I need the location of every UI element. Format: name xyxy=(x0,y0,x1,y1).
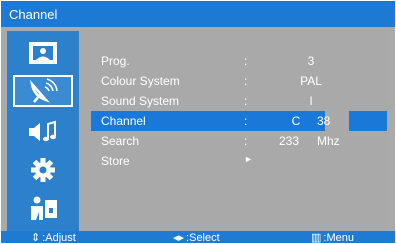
colour-system-label: Colour System xyxy=(101,74,180,88)
channel-band: C xyxy=(291,114,301,128)
menu-icon: ▥ xyxy=(311,232,322,244)
menu-row-channel[interactable]: Channel : C 38 xyxy=(81,111,387,131)
arrow-right-icon: ► xyxy=(244,154,253,164)
channel-label: Channel xyxy=(101,114,146,128)
picture-icon xyxy=(29,42,57,64)
hint-select: ◂▸ :Select xyxy=(173,231,220,244)
select-hint-label: :Select xyxy=(186,231,220,244)
sidebar-item-lock[interactable] xyxy=(7,189,79,227)
separator: : xyxy=(244,74,248,88)
sidebar-item-sound[interactable] xyxy=(7,113,79,151)
menu-row-search[interactable]: Search : 233 Mhz xyxy=(81,131,387,151)
channel-number: 38 xyxy=(317,114,331,128)
sidebar xyxy=(7,31,79,231)
search-label: Search xyxy=(101,134,140,148)
channel-menu: Channel Prog.: 3 Colour System: PAL So… xyxy=(1,1,395,244)
menu-hint-label: :Menu xyxy=(323,231,354,244)
colour-system-value: PAL xyxy=(300,74,322,88)
separator: : xyxy=(244,134,248,148)
hint-adjust: ⇕ :Adjust xyxy=(31,231,76,244)
separator: : xyxy=(244,54,248,68)
sidebar-item-setup[interactable] xyxy=(7,151,79,189)
adjust-hint-label: :Adjust xyxy=(42,231,76,244)
menu-row-colour-system[interactable]: Colour System : PAL xyxy=(81,71,387,91)
menu-row-sound-system[interactable]: Sound System : I xyxy=(81,91,387,111)
parental-lock-icon xyxy=(31,196,57,220)
hint-menu: ▥ :Menu xyxy=(311,231,354,244)
separator: : xyxy=(244,94,248,108)
search-unit: Mhz xyxy=(317,134,340,148)
store-label: Store xyxy=(101,154,130,168)
prog-value: 3 xyxy=(307,54,315,68)
gear-icon xyxy=(31,158,55,182)
sound-icon xyxy=(29,120,56,142)
satellite-dish-icon xyxy=(30,78,58,103)
menu-row-store[interactable]: Store ► xyxy=(81,151,387,171)
sound-system-label: Sound System xyxy=(101,94,180,108)
search-frequency: 233 xyxy=(279,134,300,148)
left-right-arrow-icon: ◂▸ xyxy=(173,232,185,244)
prog-label: Prog. xyxy=(101,54,130,68)
settings-panel: Prog. : 3 Colour System : PAL Sound Syst… xyxy=(81,31,387,231)
sidebar-item-channel[interactable] xyxy=(7,73,79,111)
page-title: Channel xyxy=(9,7,58,22)
up-down-arrow-icon: ⇕ xyxy=(31,232,41,244)
menu-row-prog[interactable]: Prog. : 3 xyxy=(81,51,387,71)
footer-hints: ⇕ :Adjust ◂▸ :Select ▥ :Menu xyxy=(1,231,395,244)
value-highlight xyxy=(349,111,387,131)
sidebar-item-picture[interactable] xyxy=(7,35,79,73)
title-bar: Channel xyxy=(1,1,395,27)
sound-system-value: I xyxy=(309,94,313,108)
separator: : xyxy=(244,114,248,128)
